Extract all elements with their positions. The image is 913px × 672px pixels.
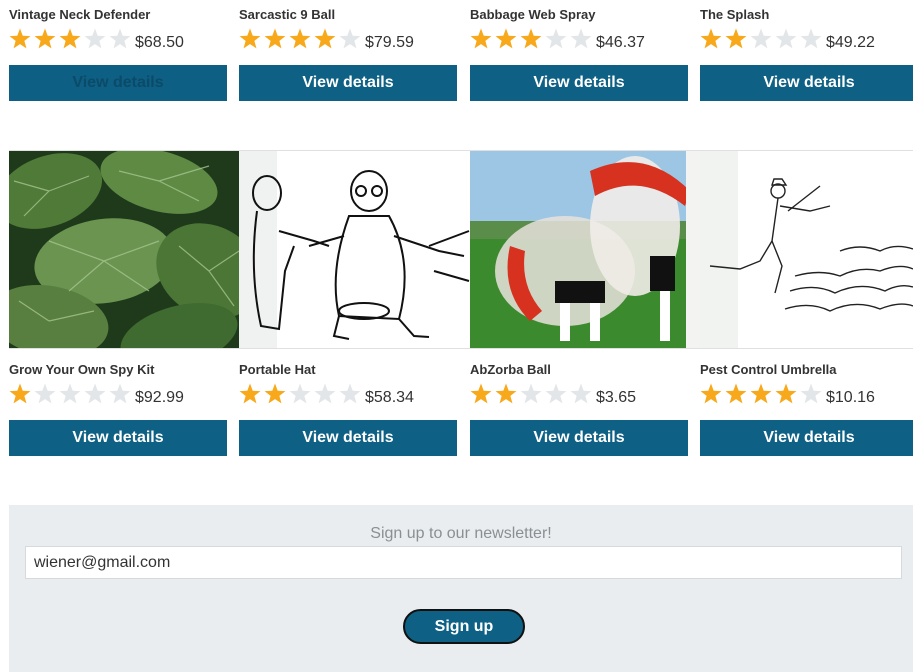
star-empty-icon (520, 383, 542, 404)
product-price: $58.34 (365, 389, 414, 406)
product-title: Babbage Web Spray (470, 7, 596, 22)
product-title: Grow Your Own Spy Kit (9, 362, 155, 377)
product-title: Vintage Neck Defender (9, 7, 151, 22)
star-filled-icon (470, 383, 492, 404)
star-filled-icon (9, 383, 31, 404)
star-filled-icon (470, 28, 492, 49)
product-image-cartoon-rats[interactable] (700, 151, 913, 348)
star-empty-icon (800, 383, 822, 404)
newsletter-heading: Sign up to our newsletter! (370, 525, 552, 542)
star-filled-icon (9, 28, 31, 49)
product-title: The Splash (700, 7, 770, 22)
star-filled-icon (314, 28, 336, 49)
view-details-button[interactable]: View details (700, 420, 913, 456)
star-rating (9, 383, 131, 404)
star-empty-icon (84, 383, 106, 404)
star-empty-icon (289, 383, 311, 404)
product-price: $10.16 (826, 389, 875, 406)
view-details-button[interactable]: View details (470, 65, 688, 101)
star-rating (239, 383, 361, 404)
star-filled-icon (495, 28, 517, 49)
star-filled-icon (59, 28, 81, 49)
product-price: $49.22 (826, 34, 875, 51)
star-rating (9, 28, 131, 49)
product-image-strip (9, 150, 913, 349)
star-rating (470, 383, 592, 404)
star-empty-icon (750, 28, 772, 49)
product-price: $68.50 (135, 34, 184, 51)
star-filled-icon (239, 28, 261, 49)
product-title: AbZorba Ball (470, 362, 551, 377)
product-price: $79.59 (365, 34, 414, 51)
product-price: $92.99 (135, 389, 184, 406)
view-details-button[interactable]: View details (470, 420, 688, 456)
star-filled-icon (34, 28, 56, 49)
product-title: Pest Control Umbrella (700, 362, 837, 377)
signup-button[interactable]: Sign up (403, 609, 525, 644)
star-rating (700, 383, 822, 404)
product-image-bubble-football[interactable] (470, 151, 702, 348)
star-empty-icon (84, 28, 106, 49)
star-empty-icon (775, 28, 797, 49)
product-title: Portable Hat (239, 362, 316, 377)
view-details-button[interactable]: View details (9, 420, 227, 456)
star-filled-icon (725, 383, 747, 404)
product-image-leaves[interactable] (9, 151, 247, 348)
star-filled-icon (520, 28, 542, 49)
star-filled-icon (264, 28, 286, 49)
star-rating (700, 28, 822, 49)
view-details-button[interactable]: View details (9, 65, 227, 101)
star-empty-icon (800, 28, 822, 49)
newsletter-section: Sign up to our newsletter! Sign up (9, 505, 913, 672)
product-title: Sarcastic 9 Ball (239, 7, 336, 22)
view-details-button[interactable]: View details (239, 65, 457, 101)
star-empty-icon (570, 28, 592, 49)
email-field[interactable] (25, 546, 902, 579)
star-filled-icon (725, 28, 747, 49)
view-details-button[interactable]: View details (239, 420, 457, 456)
star-filled-icon (775, 383, 797, 404)
product-row-bottom: Grow Your Own Spy Kit $92.99 View detail… (9, 355, 913, 465)
product-price: $3.65 (596, 389, 637, 406)
product-price: $46.37 (596, 34, 645, 51)
star-empty-icon (109, 28, 131, 49)
star-empty-icon (109, 383, 131, 404)
product-image-cartoon-people[interactable] (239, 151, 471, 348)
star-empty-icon (545, 383, 567, 404)
star-empty-icon (339, 28, 361, 49)
star-filled-icon (750, 383, 772, 404)
view-details-button[interactable]: View details (700, 65, 913, 101)
star-filled-icon (700, 383, 722, 404)
star-filled-icon (239, 383, 261, 404)
star-rating (470, 28, 592, 49)
star-empty-icon (34, 383, 56, 404)
star-empty-icon (570, 383, 592, 404)
star-empty-icon (59, 383, 81, 404)
star-empty-icon (545, 28, 567, 49)
star-filled-icon (264, 383, 286, 404)
star-empty-icon (339, 383, 361, 404)
star-filled-icon (289, 28, 311, 49)
star-rating (239, 28, 361, 49)
star-empty-icon (314, 383, 336, 404)
star-filled-icon (495, 383, 517, 404)
star-filled-icon (700, 28, 722, 49)
product-row-top: Vintage Neck Defender $68.50 View detail… (9, 0, 913, 110)
